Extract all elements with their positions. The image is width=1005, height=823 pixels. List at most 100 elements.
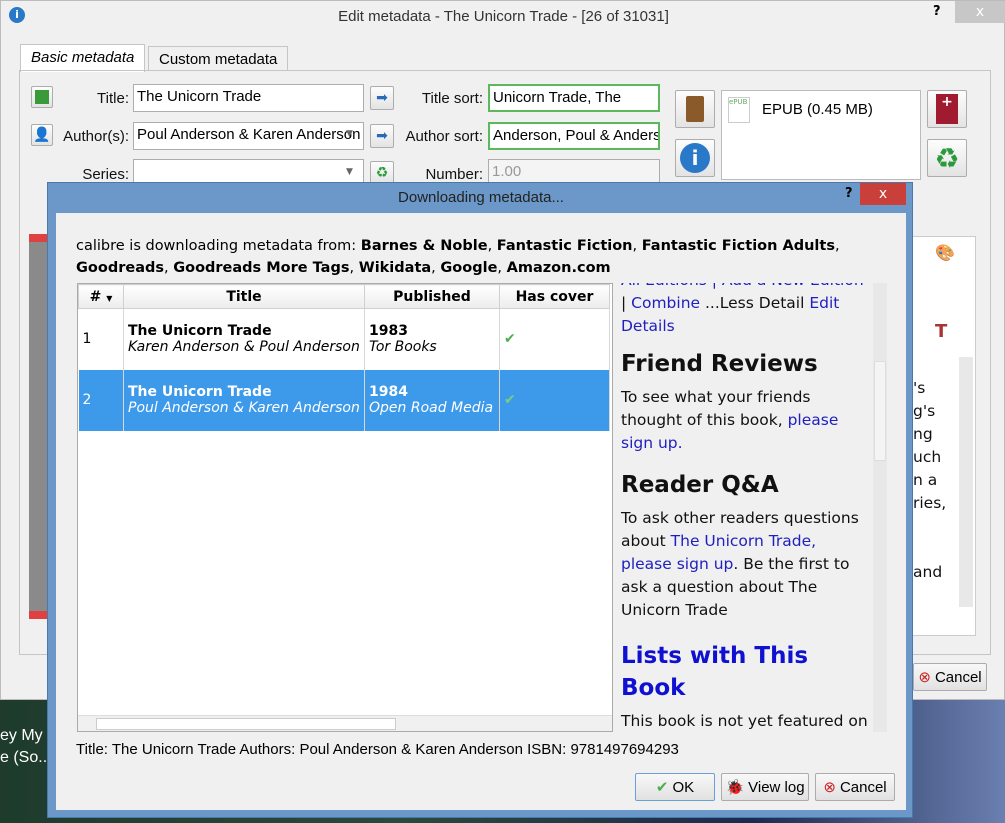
comments-line: uch bbox=[913, 448, 942, 466]
formats-list[interactable]: ePUB EPUB (0.45 MB) bbox=[721, 90, 921, 180]
scrollbar-thumb[interactable] bbox=[874, 361, 886, 461]
view-log-button[interactable]: 🐞 View log bbox=[721, 773, 809, 801]
checkmark-icon: ✔ bbox=[499, 369, 610, 431]
published-year: 1984 bbox=[369, 384, 408, 400]
combine-link[interactable]: Combine bbox=[631, 294, 700, 312]
tab-basic-metadata[interactable]: Basic metadata bbox=[20, 44, 146, 72]
reader-qa-text: To ask other readers questions about The… bbox=[621, 507, 871, 622]
author-sort-input[interactable]: Anderson, Poul & Anderson bbox=[488, 122, 660, 150]
series-label: Series: bbox=[82, 166, 129, 183]
results-table: # ▼ Title Published Has cover 1 The Unicorn … bbox=[78, 284, 610, 431]
help-button[interactable]: ? bbox=[933, 4, 941, 19]
sign-up-link[interactable]: please sign up bbox=[621, 555, 733, 573]
remove-format-button[interactable]: ♻ bbox=[927, 139, 967, 177]
results-table-container: # ▼ Title Published Has cover 1 The Unicorn … bbox=[77, 283, 613, 732]
book-info-button[interactable]: i bbox=[675, 139, 715, 177]
source: Fantastic Fiction Adults bbox=[641, 238, 835, 254]
chevron-down-icon[interactable]: ▼ bbox=[346, 167, 353, 177]
comments-scrollbar[interactable] bbox=[959, 357, 973, 607]
person-icon: 👤 bbox=[33, 127, 51, 143]
author-button[interactable]: 👤 bbox=[31, 124, 53, 146]
dialog-body: calibre is downloading metadata from: Ba… bbox=[56, 213, 906, 810]
desktop-icon-label[interactable]: ey My e (So... bbox=[0, 725, 52, 769]
tab-custom-metadata[interactable]: Custom metadata bbox=[148, 46, 289, 71]
text-format-icon[interactable]: T bbox=[935, 321, 947, 342]
set-cover-button[interactable] bbox=[675, 90, 715, 128]
comments-editor[interactable]: 🎨 T 's g's ng uch n a ries, and bbox=[906, 236, 976, 636]
scrollbar-thumb[interactable] bbox=[96, 718, 396, 730]
title-input[interactable]: The Unicorn Trade bbox=[133, 84, 364, 112]
number-label: Number: bbox=[425, 166, 483, 183]
dialog-title: Downloading metadata... bbox=[398, 189, 564, 206]
published-year: 1983 bbox=[369, 323, 408, 340]
reader-qa-heading: Reader Q&A bbox=[621, 472, 779, 498]
friend-reviews-heading: Friend Reviews bbox=[621, 351, 818, 377]
title-case-button[interactable] bbox=[31, 86, 53, 108]
bug-icon: 🐞 bbox=[725, 779, 745, 796]
book-authors: Poul Anderson & Karen Anderson bbox=[128, 400, 360, 416]
cancel-icon: ⊗ bbox=[823, 779, 836, 796]
comments-line: g's bbox=[913, 402, 936, 420]
source: Amazon.com bbox=[506, 260, 611, 276]
column-header-has-cover[interactable]: Has cover bbox=[499, 284, 610, 309]
book-icon bbox=[686, 96, 704, 122]
dialog-close-button[interactable]: x bbox=[860, 183, 906, 205]
column-header-number[interactable]: # ▼ bbox=[78, 284, 124, 309]
column-header-published[interactable]: Published bbox=[364, 284, 500, 309]
horizontal-scrollbar[interactable] bbox=[78, 715, 612, 731]
checkmark-icon: ✔ bbox=[655, 779, 669, 796]
add-format-button[interactable]: + bbox=[927, 90, 967, 128]
downloading-metadata-dialog: Downloading metadata... ? x calibre is d… bbox=[47, 182, 913, 818]
header-label: # bbox=[89, 288, 102, 305]
publisher: Tor Books bbox=[369, 339, 437, 356]
sources-text: calibre is downloading metadata from: Ba… bbox=[76, 238, 840, 276]
book-authors: Karen Anderson & Poul Anderson bbox=[128, 339, 360, 356]
column-header-title[interactable]: Title bbox=[123, 284, 365, 309]
ok-label: OK bbox=[672, 778, 695, 796]
table-row[interactable]: 1 The Unicorn Trade Karen Anderson & Poul … bbox=[78, 308, 610, 370]
window-title: Edit metadata - The Unicorn Trade - [26 … bbox=[338, 8, 669, 25]
color-icon[interactable]: 🎨 bbox=[935, 243, 955, 262]
title-sort-input[interactable]: Unicorn Trade, The bbox=[488, 84, 660, 112]
close-button[interactable]: x bbox=[955, 1, 1005, 23]
main-cancel-button[interactable]: ⊗ Cancel bbox=[913, 663, 987, 691]
cancel-button[interactable]: ⊗ Cancel bbox=[815, 773, 895, 801]
table-row-selected[interactable]: 2 The Unicorn Trade Poul Anderson & Karen … bbox=[78, 369, 610, 431]
book-title: The Unicorn Trade bbox=[128, 384, 272, 400]
book-details-panel[interactable]: All Editions | Add a New Edition | Combi… bbox=[613, 283, 887, 732]
comments-line: and bbox=[913, 563, 943, 581]
arrow-right-icon: ➡ bbox=[376, 90, 388, 106]
comments-line: ries, bbox=[913, 494, 947, 512]
dialog-help-button[interactable]: ? bbox=[845, 186, 853, 201]
swap-author-button[interactable]: ➡ bbox=[370, 124, 394, 148]
lists-heading[interactable]: Lists with This Book bbox=[621, 640, 871, 704]
format-item[interactable]: EPUB (0.45 MB) bbox=[762, 101, 873, 118]
source: Wikidata bbox=[358, 260, 432, 276]
vertical-scrollbar[interactable] bbox=[873, 283, 887, 732]
lists-text: This book is not yet featured on bbox=[621, 712, 868, 730]
source: Google bbox=[440, 260, 498, 276]
publisher: Open Road Media bbox=[369, 400, 494, 416]
authors-input[interactable]: Poul Anderson & Karen Anderson bbox=[133, 122, 364, 150]
chevron-down-icon[interactable]: ▼ bbox=[346, 129, 353, 139]
cover-image bbox=[29, 234, 49, 619]
swap-title-button[interactable]: ➡ bbox=[370, 86, 394, 110]
comments-line: ng bbox=[913, 425, 933, 443]
book-link[interactable]: The Unicorn Trade, bbox=[671, 532, 816, 550]
ok-button[interactable]: ✔ OK bbox=[635, 773, 715, 801]
view-log-label: View log bbox=[748, 778, 805, 796]
recycle-icon: ♻ bbox=[375, 165, 389, 181]
comments-line: 's bbox=[913, 379, 926, 397]
intro-text: calibre is downloading metadata from: bbox=[76, 238, 361, 254]
desktop-icon-line: ey My bbox=[0, 727, 43, 744]
editions-links[interactable]: All Editions | Add a New Edition bbox=[621, 283, 871, 292]
row-title-cell: The Unicorn Trade Poul Anderson & Karen A… bbox=[123, 369, 365, 431]
source: Barnes & Noble bbox=[360, 238, 488, 254]
title-label: Title: bbox=[97, 90, 129, 107]
source: Goodreads More Tags bbox=[173, 260, 350, 276]
friend-reviews-text: To see what your friends thought of this… bbox=[621, 386, 871, 455]
paragraph-text: To see what your friends thought of this… bbox=[621, 388, 811, 429]
row-published-cell: 1984 Open Road Media bbox=[364, 369, 500, 431]
comments-text[interactable]: 's g's ng uch n a ries, and bbox=[913, 377, 961, 592]
book-title: The Unicorn Trade bbox=[128, 323, 272, 340]
